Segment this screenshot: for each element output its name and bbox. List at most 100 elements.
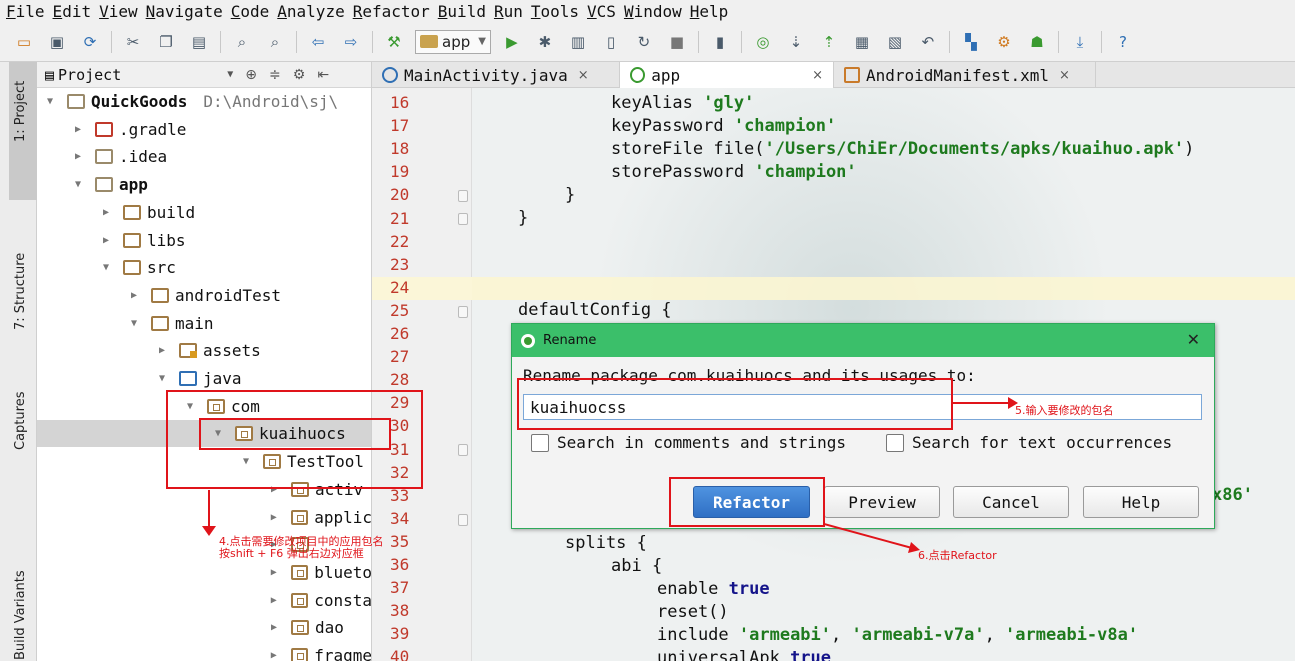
menu-vcs[interactable]: VCS [587,2,616,21]
tree-item[interactable]: ▼ src [37,254,371,281]
project-panel-title[interactable]: Project [58,66,121,84]
menu-build[interactable]: Build [438,2,486,21]
tool-tab-captures[interactable]: Captures [13,392,28,450]
revert-icon[interactable]: ↶ [916,30,940,54]
tool-tab-project[interactable]: 1: Project [13,81,28,142]
tree-item[interactable]: ▶ .gradle [37,116,371,143]
collapsed-arrow-icon[interactable]: ▶ [267,650,281,661]
collapsed-arrow-icon[interactable]: ▶ [99,235,113,246]
tree-item[interactable]: ▶ dao [37,614,371,641]
back-icon[interactable]: ⇦ [306,30,330,54]
help-icon[interactable]: ? [1111,30,1135,54]
collapsed-arrow-icon[interactable]: ▶ [267,567,281,578]
menu-help[interactable]: Help [690,2,729,21]
lock-icon[interactable]: ▦ [850,30,874,54]
collapsed-arrow-icon[interactable]: ▶ [99,207,113,218]
collapsed-arrow-icon[interactable]: ▶ [267,622,281,633]
sync-icon[interactable]: ⟳ [78,30,102,54]
menu-tools[interactable]: Tools [531,2,579,21]
cancel-button[interactable]: Cancel [953,486,1069,518]
tree-item[interactable]: ▶ build [37,199,371,226]
forward-icon[interactable]: ⇨ [339,30,363,54]
cut-icon[interactable]: ✂ [121,30,145,54]
menu-code[interactable]: Code [231,2,270,21]
collapsed-arrow-icon[interactable]: ▶ [267,595,281,606]
debug-icon[interactable]: ✱ [533,30,557,54]
collapsed-arrow-icon[interactable]: ▶ [127,290,141,301]
hide-panel-icon[interactable]: ⇤ [317,67,329,83]
vcs-update-icon[interactable]: ⇣ [784,30,808,54]
stop-icon[interactable]: ■ [665,30,689,54]
expanded-arrow-icon[interactable]: ▼ [43,96,57,107]
collapse-all-icon[interactable]: ≑ [269,67,281,83]
scroll-from-source-icon[interactable]: ⊕ [245,67,257,83]
collapsed-arrow-icon[interactable]: ▶ [71,151,85,162]
tool-tab-build-variants[interactable]: Build Variants [13,570,28,660]
fold-marker-icon[interactable] [458,444,468,456]
history-icon[interactable]: ▧ [883,30,907,54]
tree-item[interactable]: ▶ .idea [37,143,371,170]
paste-icon[interactable]: ▤ [187,30,211,54]
tree-item[interactable]: ▼ java [37,365,371,392]
device-monitor-icon[interactable]: ▮ [708,30,732,54]
tree-item[interactable]: ▶ assets [37,337,371,364]
copy-icon[interactable]: ❐ [154,30,178,54]
tree-item[interactable]: ▶ fragme [37,642,371,661]
menu-file[interactable]: File [6,2,45,21]
tree-item[interactable]: ▼ app [37,171,371,198]
replace-icon[interactable]: ⌕ [263,30,287,54]
rerun-icon[interactable]: ↻ [632,30,656,54]
checkbox-box[interactable] [531,433,549,452]
menu-refactor[interactable]: Refactor [353,2,430,21]
close-icon[interactable]: ✕ [1187,330,1200,349]
tab-main-activity[interactable]: MainActivity.java × [372,62,620,88]
menu-analyze[interactable]: Analyze [277,2,344,21]
gear-icon[interactable]: ⚙ [293,67,306,83]
close-icon[interactable]: × [578,68,589,83]
checkbox-box[interactable] [886,433,904,452]
tree-item[interactable]: ▶ libs [37,227,371,254]
collapsed-arrow-icon[interactable]: ▶ [267,512,281,523]
expanded-arrow-icon[interactable]: ▼ [155,373,169,384]
tree-item[interactable]: ▶ blueto [37,559,371,586]
make-project-icon[interactable]: ⚒ [382,30,406,54]
chevron-down-icon[interactable]: ▼ [227,69,233,80]
expanded-arrow-icon[interactable]: ▼ [127,318,141,329]
download-icon[interactable]: ⤓ [1068,30,1092,54]
tab-app-gradle[interactable]: app × [620,62,834,88]
close-icon[interactable]: × [1059,68,1070,83]
vcs-refresh-icon[interactable]: ◎ [751,30,775,54]
android-icon[interactable]: ☗ [1025,30,1049,54]
search-text-checkbox[interactable]: Search for text occurrences [886,433,1172,452]
save-icon[interactable]: ▣ [45,30,69,54]
find-icon[interactable]: ⌕ [230,30,254,54]
tree-item[interactable]: ▶ androidTest [37,282,371,309]
expanded-arrow-icon[interactable]: ▼ [71,179,85,190]
run-icon[interactable]: ▶ [500,30,524,54]
fold-marker-icon[interactable] [458,190,468,202]
help-button[interactable]: Help [1083,486,1199,518]
fold-marker-icon[interactable] [458,514,468,526]
tool-tab-structure[interactable]: 7: Structure [13,253,28,330]
tab-android-manifest[interactable]: AndroidManifest.xml × [834,62,1096,88]
sdk-manager-icon[interactable]: ⚙ [992,30,1016,54]
vcs-commit-icon[interactable]: ⇡ [817,30,841,54]
menu-edit[interactable]: Edit [53,2,92,21]
open-folder-icon[interactable]: ▭ [12,30,36,54]
collapsed-arrow-icon[interactable]: ▶ [155,345,169,356]
collapsed-arrow-icon[interactable]: ▶ [71,124,85,135]
expanded-arrow-icon[interactable]: ▼ [99,262,113,273]
run-config-select[interactable]: app ▼ [415,29,491,54]
fold-marker-icon[interactable] [458,306,468,318]
project-structure-icon[interactable]: ▚ [959,30,983,54]
tree-item[interactable]: ▼ QuickGoods D:\Android\sj\ [37,88,371,115]
menu-window[interactable]: Window [624,2,682,21]
tree-item[interactable]: ▼ main [37,310,371,337]
close-icon[interactable]: × [812,68,823,83]
menu-view[interactable]: View [99,2,138,21]
attach-icon[interactable]: ▯ [599,30,623,54]
tree-item[interactable]: ▶ consta [37,587,371,614]
profile-icon[interactable]: ▥ [566,30,590,54]
menu-navigate[interactable]: Navigate [146,2,223,21]
menu-run[interactable]: Run [494,2,523,21]
